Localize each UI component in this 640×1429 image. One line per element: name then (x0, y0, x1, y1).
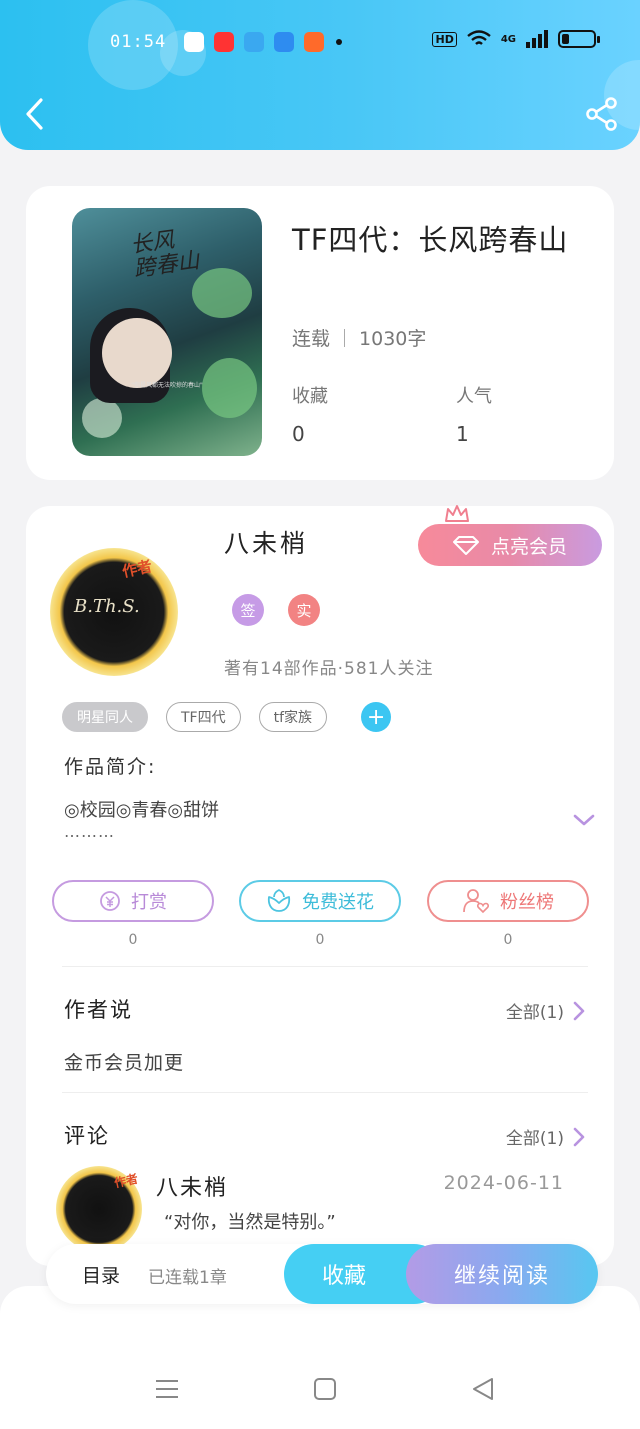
comment-text: “对你，当然是特别。” (164, 1212, 336, 1233)
back-triangle-icon[interactable] (468, 1374, 498, 1404)
add-tag-button[interactable]: + (361, 702, 392, 732)
stat-value: 0 (292, 422, 305, 446)
intro-text: ◎校园◎青春◎甜饼 (64, 800, 220, 821)
author-says-text: 金币会员加更 (64, 1052, 185, 1074)
section-divider (62, 1092, 588, 1093)
stat-favorites: 收藏 0 (292, 382, 328, 446)
comments-all-link[interactable]: 全部(1) (506, 1124, 586, 1149)
tag-item[interactable]: TF四代 (166, 702, 241, 732)
verified-badge: 实 (288, 594, 320, 626)
home-icon[interactable] (310, 1374, 340, 1404)
continue-reading-label: 继续阅读 (453, 1264, 550, 1289)
book-status: 连载 (292, 328, 331, 350)
send-flower-label: 免费送花 (302, 892, 374, 913)
book-title: TF四代：长风跨春山 (292, 223, 569, 257)
vip-button-label: 点亮会员 (490, 535, 567, 558)
signal-icon (526, 30, 548, 48)
chapter-count: 已连载1章 (148, 1268, 227, 1288)
chevron-right-icon (573, 1001, 585, 1020)
stat-label: 人气 (456, 386, 492, 407)
baidu-app-icon (184, 32, 205, 52)
comment-avatar[interactable]: 作者 (56, 1166, 142, 1252)
cover-quote: "你是风都无法吹掠的春山" (131, 382, 203, 389)
system-nav-bar (0, 1286, 640, 1429)
tag-item[interactable]: 明星同人 (62, 702, 148, 732)
favorite-label: 收藏 (321, 1264, 366, 1289)
comments-all-label: 全部(1) (505, 1129, 564, 1149)
signed-badge: 签 (232, 594, 264, 626)
tag-item[interactable]: tf家族 (258, 702, 328, 732)
hd-icon: HD (432, 31, 457, 47)
diamond-icon (452, 536, 479, 555)
share-icon[interactable] (584, 96, 620, 132)
intro-label: 作品简介: (64, 756, 157, 778)
comments-title: 评论 (64, 1124, 110, 1148)
cover-title: 长风 跨春山 (128, 227, 202, 283)
stat-label: 收藏 (292, 386, 328, 407)
author-card: B.Th.S. 作者 八未梢 点亮会员 签 实 著有14部作品·581人关注 明… (26, 505, 614, 1266)
redbook-app-icon (214, 32, 235, 52)
browser-app-icon (274, 32, 295, 52)
cover-leaf (82, 398, 122, 438)
bottom-action-bar: 目录 已连载1章 收藏 继续阅读 (46, 1244, 598, 1304)
chevron-left-icon (26, 98, 43, 130)
fan-rank-label: 粉丝榜 (500, 892, 554, 913)
flower-count: 0 (315, 932, 325, 948)
chevron-down-icon[interactable] (572, 810, 596, 830)
author-says-title: 作者说 (64, 998, 133, 1022)
section-divider (62, 966, 588, 967)
weather-app-icon (244, 32, 265, 52)
back-button[interactable] (18, 94, 52, 134)
menu-icon[interactable] (152, 1374, 182, 1404)
battery-icon (558, 30, 600, 48)
continue-reading-button[interactable]: 继续阅读 (406, 1244, 598, 1304)
wifi-icon (467, 30, 491, 45)
notification-dot (336, 39, 343, 45)
shopping-app-icon (304, 32, 325, 52)
book-meta: 连载 1030字 (292, 324, 426, 351)
fan-count: 0 (503, 932, 513, 948)
chevron-right-icon (573, 1127, 585, 1146)
book-info-card: 长风 跨春山 "你是风都无法吹掠的春山" TF四代：长风跨春山 连载 1030字… (26, 186, 614, 480)
tip-count: 0 (128, 932, 138, 948)
stat-value: 1 (456, 422, 469, 446)
comment-author-tag: 作者 (112, 1171, 140, 1191)
toc-button[interactable]: 目录 (82, 1261, 120, 1288)
intro-ellipsis: ……… (64, 822, 115, 841)
comment-username[interactable]: 八未梢 (156, 1170, 228, 1202)
status-indicators: HD 4G (432, 30, 600, 48)
crown-icon (445, 505, 469, 522)
stat-popularity: 人气 1 (456, 382, 492, 446)
fan-rank-button[interactable]: 粉丝榜 (427, 880, 589, 922)
tag-list: 明星同人 TF四代 tf家族 + (62, 702, 392, 732)
top-header: 01:54 HD 4G (0, 0, 640, 150)
flower-icon (267, 889, 291, 912)
send-flower-button[interactable]: 免费送花 (239, 880, 401, 922)
tip-button-label: 打赏 (131, 892, 167, 913)
coin-icon (100, 891, 120, 911)
network-type: 4G (500, 33, 516, 45)
author-says-all-label: 全部(1) (505, 1003, 564, 1023)
author-says-all-link[interactable]: 全部(1) (506, 998, 586, 1023)
avatar-initials: B.Th.S. (74, 596, 140, 617)
cover-leaf (192, 268, 252, 318)
fan-user-icon (463, 889, 490, 914)
meta-separator (344, 328, 346, 347)
book-cover[interactable]: 长风 跨春山 "你是风都无法吹掠的春山" (72, 208, 262, 456)
vip-button[interactable]: 点亮会员 (418, 524, 602, 566)
cover-figure-face (102, 318, 172, 388)
author-avatar[interactable]: B.Th.S. (50, 548, 178, 676)
author-name[interactable]: 八未梢 (224, 524, 308, 560)
comment-date: 2024-06-11 (443, 1172, 564, 1194)
book-word-count: 1030字 (359, 328, 427, 350)
tip-button[interactable]: 打赏 (52, 880, 214, 922)
status-time: 01:54 (110, 32, 167, 52)
author-works-info: 著有14部作品·581人关注 (224, 659, 434, 679)
